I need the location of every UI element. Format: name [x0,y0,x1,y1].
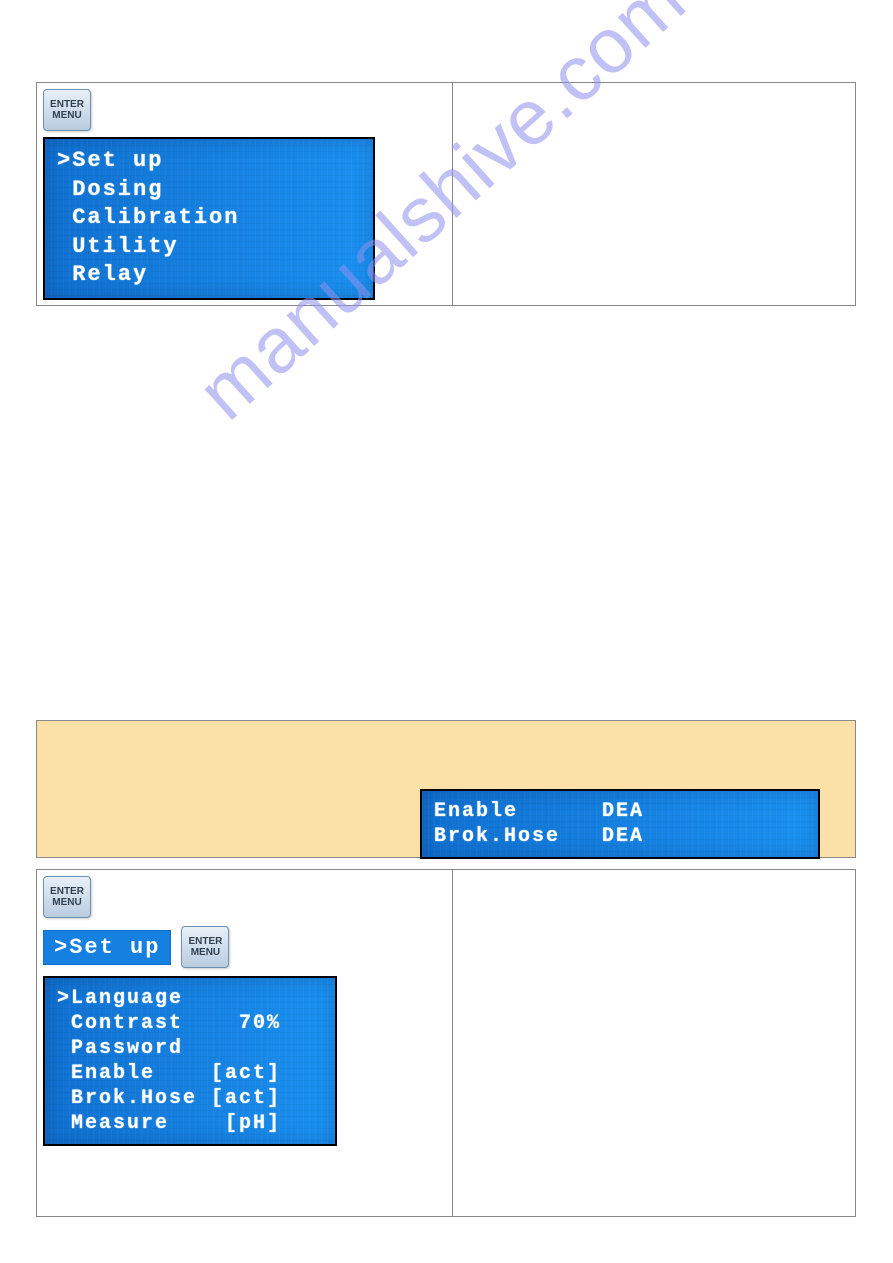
setup-row: >Set up ENTER MENU [43,926,446,968]
menu-item-setup[interactable]: >Set up [57,147,361,176]
menu-item-utility[interactable]: Utility [57,233,361,262]
enter-menu-line2: MENU [191,947,220,958]
setup-inline-lcd[interactable]: >Set up [43,930,171,965]
bottom-panel-right [452,870,856,1216]
menu-item-dosing[interactable]: Dosing [57,176,361,205]
setup-item-language[interactable]: >Language [57,986,323,1011]
top-panel-right [452,83,856,305]
enter-menu-button[interactable]: ENTER MENU [181,926,229,968]
enter-menu-line1: ENTER [50,99,84,110]
setup-menu-lcd: >Language Contrast 70% Password Enable [… [43,976,337,1146]
setup-item-brokhose[interactable]: Brok.Hose [act] [57,1086,323,1111]
setup-item-contrast[interactable]: Contrast 70% [57,1011,323,1036]
menu-item-calibration[interactable]: Calibration [57,204,361,233]
main-menu-lcd: >Set up Dosing Calibration Utility Relay [43,137,375,300]
enter-menu-button[interactable]: ENTER MENU [43,89,91,131]
setup-item-password[interactable]: Password [57,1036,323,1061]
bottom-panel: ENTER MENU >Set up ENTER MENU >Language … [36,869,856,1217]
top-panel: ENTER MENU >Set up Dosing Calibration Ut… [36,82,856,306]
enter-menu-line1: ENTER [50,886,84,897]
banner-lcd-brokhose: Brok.Hose DEA [434,824,806,849]
setup-item-measure[interactable]: Measure [pH] [57,1111,323,1136]
enter-menu-button[interactable]: ENTER MENU [43,876,91,918]
enter-menu-line1: ENTER [188,936,222,947]
banner-lcd: Enable DEA Brok.Hose DEA [420,789,820,859]
top-panel-left: ENTER MENU >Set up Dosing Calibration Ut… [37,83,452,305]
banner-lcd-enable: Enable DEA [434,799,806,824]
setup-item-enable[interactable]: Enable [act] [57,1061,323,1086]
enter-menu-line2: MENU [52,110,81,121]
menu-item-relay[interactable]: Relay [57,261,361,290]
bottom-panel-left: ENTER MENU >Set up ENTER MENU >Language … [37,870,452,1216]
enter-menu-line2: MENU [52,897,81,908]
yellow-banner: Enable DEA Brok.Hose DEA [36,720,856,858]
